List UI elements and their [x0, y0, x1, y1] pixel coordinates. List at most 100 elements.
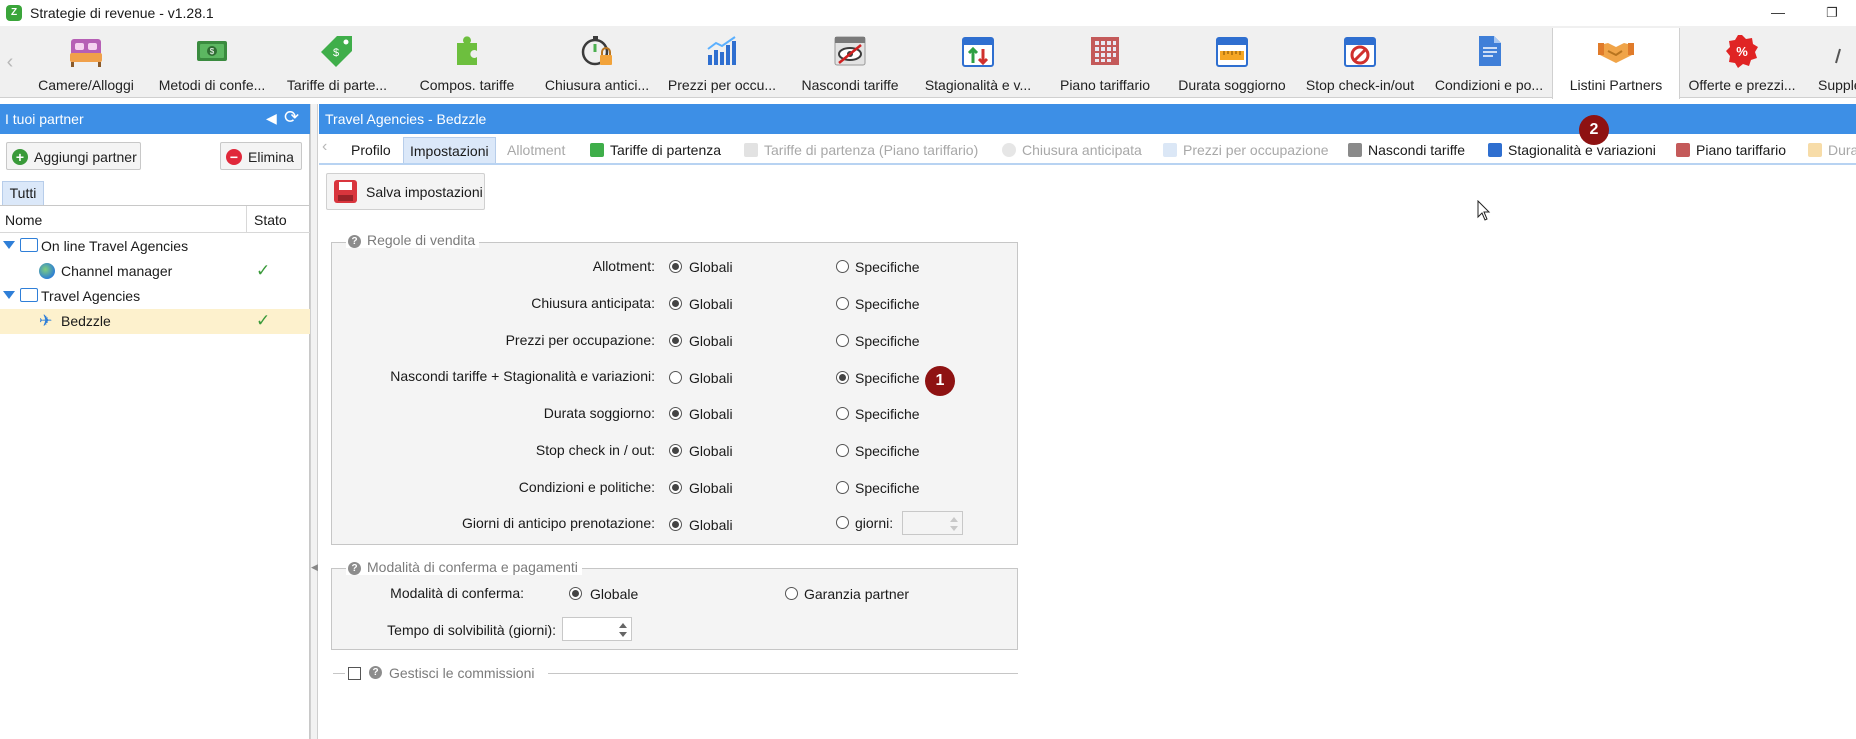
subtab-impostazioni[interactable]: Impostazioni [403, 137, 496, 163]
nascondi-specific-label[interactable]: Specifiche [855, 370, 920, 386]
collapse-panel-icon[interactable]: ◀ [266, 110, 277, 127]
subtab-durata[interactable]: Dura [1802, 137, 1856, 163]
column-separator[interactable] [246, 206, 247, 233]
confirmation-partner-label[interactable]: Garanzia partner [804, 586, 909, 602]
condizioni-specific-radio[interactable] [836, 481, 849, 494]
allotment-specific-label[interactable]: Specifiche [855, 259, 920, 275]
subtab-chiusura-anticipata[interactable]: Chiusura anticipata [996, 137, 1148, 163]
anticipo-days-label[interactable]: giorni: [855, 515, 893, 531]
column-header-state[interactable]: Stato [254, 212, 287, 228]
bar-chart-icon [1163, 143, 1177, 157]
toolbar-chiusura-anticipata[interactable]: Chiusura antici... [534, 28, 660, 98]
stop-global-radio[interactable] [669, 444, 682, 457]
floppy-disk-icon-label [339, 182, 352, 190]
anticipo-days-stepper[interactable] [902, 511, 963, 535]
expand-arrow-icon[interactable] [3, 241, 15, 249]
anticipo-global-label[interactable]: Globali [689, 517, 733, 533]
toolbar-condizioni[interactable]: Condizioni e po... [1426, 28, 1552, 98]
manage-commissions-checkbox[interactable] [348, 667, 361, 680]
toolbar-stagionalita[interactable]: Stagionalità e v... [916, 28, 1040, 98]
nascondi-global-radio[interactable] [669, 371, 682, 384]
sales-rules-legend: ? Regole di vendita [346, 232, 480, 248]
confirmation-partner-radio[interactable] [785, 587, 798, 600]
tab-all[interactable]: Tutti [2, 181, 44, 205]
toolbar-listini-partners[interactable]: Listini Partners [1552, 28, 1680, 99]
condizioni-global-radio[interactable] [669, 481, 682, 494]
delete-partner-button[interactable]: − Elimina [220, 142, 302, 170]
refresh-icon[interactable]: ⟳ [284, 107, 299, 128]
durata-global-label[interactable]: Globali [689, 406, 733, 422]
subtab-profilo[interactable]: Profilo [345, 137, 397, 163]
toolbar-label: Offerte e prezzi... [1688, 77, 1796, 93]
subtab-stagionalita[interactable]: Stagionalità e variazioni [1482, 137, 1662, 163]
solvency-label: Tempo di solvibilità (giorni): [387, 622, 556, 638]
subtab-tariffe-partenza[interactable]: Tariffe di partenza [584, 137, 727, 163]
spin-up-icon[interactable] [950, 517, 958, 522]
chiusura-global-label[interactable]: Globali [689, 296, 733, 312]
stop-specific-label[interactable]: Specifiche [855, 443, 920, 459]
confirmation-global-radio[interactable] [569, 587, 582, 600]
tree-item-bedzzle[interactable]: ✈ Bedzzle ✓ [0, 309, 310, 334]
subtabs-scroll-left-icon[interactable]: ‹ [322, 138, 327, 156]
toolbar-nascondi-tariffe[interactable]: Nascondi tariffe [784, 28, 916, 98]
condizioni-specific-label[interactable]: Specifiche [855, 480, 920, 496]
confirmation-global-label[interactable]: Globale [590, 586, 638, 602]
help-icon[interactable]: ? [369, 666, 382, 679]
splitter-collapse-icon[interactable]: ◀ [311, 562, 318, 573]
stop-global-label[interactable]: Globali [689, 443, 733, 459]
toolbar-metodi-conferma[interactable]: $ Metodi di confe... [150, 28, 274, 98]
allotment-global-radio[interactable] [669, 260, 682, 273]
column-header-name[interactable]: Nome [5, 212, 42, 228]
prezzi-global-label[interactable]: Globali [689, 333, 733, 349]
toolbar-tariffe-partenza[interactable]: $ Tariffe di parte... [274, 28, 400, 98]
stop-specific-radio[interactable] [836, 444, 849, 457]
toolbar-camere-alloggi[interactable]: Camere/Alloggi [22, 28, 150, 98]
toolbar-prezzi-occupazione[interactable]: Prezzi per occu... [660, 28, 784, 98]
prezzi-specific-radio[interactable] [836, 334, 849, 347]
toolbar-label: Chiusura antici... [544, 77, 650, 93]
restore-button[interactable]: ❐ [1820, 2, 1844, 24]
add-partner-button[interactable]: + Aggiungi partner [6, 142, 141, 170]
minimize-button[interactable]: — [1766, 2, 1790, 24]
toolbar-stop-checkin[interactable]: Stop check-in/out [1294, 28, 1426, 98]
nascondi-global-label[interactable]: Globali [689, 370, 733, 386]
tree-group-online-travel-agencies[interactable]: On line Travel Agencies [0, 234, 310, 259]
subtab-piano-tariffario[interactable]: Piano tariffario [1670, 137, 1792, 163]
durata-specific-label[interactable]: Specifiche [855, 406, 920, 422]
durata-specific-radio[interactable] [836, 407, 849, 420]
subtab-allotment[interactable]: Allotment [501, 137, 571, 163]
subtab-nascondi-tariffe[interactable]: Nascondi tariffe [1342, 137, 1471, 163]
prezzi-specific-label[interactable]: Specifiche [855, 333, 920, 349]
spin-up-icon[interactable] [619, 623, 627, 628]
tree-group-travel-agencies[interactable]: Travel Agencies [0, 284, 310, 309]
spin-down-icon[interactable] [619, 632, 627, 637]
chiusura-specific-radio[interactable] [836, 297, 849, 310]
toolbar-supplementi[interactable]: Supple [1804, 28, 1856, 98]
anticipo-days-radio[interactable] [836, 516, 849, 529]
help-icon[interactable]: ? [348, 562, 361, 575]
toolbar-durata-soggiorno[interactable]: Durata soggiorno [1170, 28, 1294, 98]
subtab-tariffe-partenza-piano[interactable]: Tariffe di partenza (Piano tariffario) [738, 137, 984, 163]
anticipo-global-radio[interactable] [669, 518, 682, 531]
toolbar-scroll-left-icon[interactable]: ‹ [0, 26, 20, 98]
allotment-specific-radio[interactable] [836, 260, 849, 273]
solvency-days-stepper[interactable] [562, 617, 632, 641]
toolbar-compos-tariffe[interactable]: Compos. tariffe [400, 28, 534, 98]
chiusura-global-radio[interactable] [669, 297, 682, 310]
condizioni-global-label[interactable]: Globali [689, 480, 733, 496]
svg-text:$: $ [333, 47, 339, 59]
manage-commissions-label[interactable]: Gestisci le commissioni [389, 665, 534, 681]
help-icon[interactable]: ? [348, 235, 361, 248]
chiusura-specific-label[interactable]: Specifiche [855, 296, 920, 312]
spin-down-icon[interactable] [950, 526, 958, 531]
prezzi-global-radio[interactable] [669, 334, 682, 347]
panel-splitter[interactable] [310, 104, 318, 739]
subtab-prezzi-occupazione[interactable]: Prezzi per occupazione [1157, 137, 1335, 163]
expand-arrow-icon[interactable] [3, 291, 15, 299]
allotment-global-label[interactable]: Globali [689, 259, 733, 275]
toolbar-piano-tariffario[interactable]: Piano tariffario [1040, 28, 1170, 98]
nascondi-specific-radio[interactable] [836, 371, 849, 384]
durata-global-radio[interactable] [669, 407, 682, 420]
tree-item-channel-manager[interactable]: Channel manager ✓ [0, 259, 310, 284]
toolbar-offerte[interactable]: % Offerte e prezzi... [1680, 28, 1804, 98]
